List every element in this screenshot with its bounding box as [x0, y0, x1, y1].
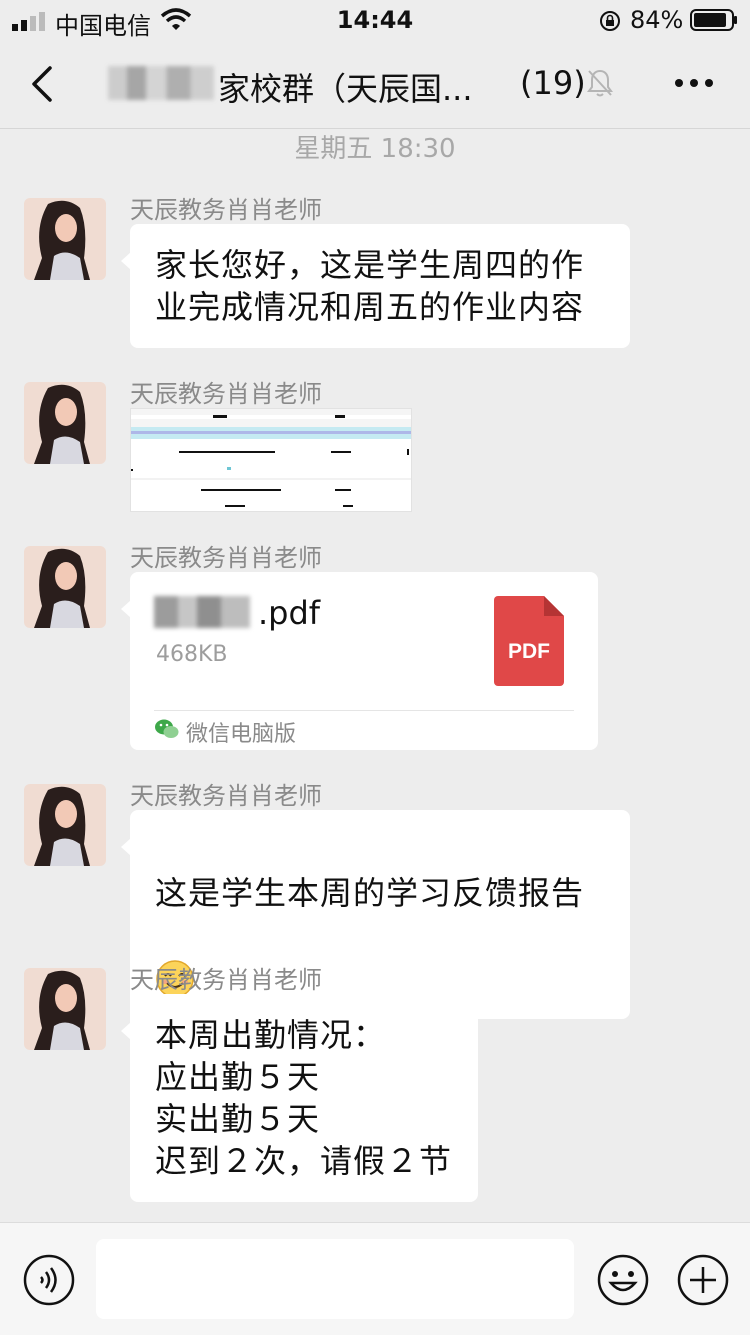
mute-icon [587, 69, 613, 97]
file-size: 468KB [156, 642, 228, 667]
homework-image-thumbnail [131, 409, 411, 511]
emoji-icon[interactable] [596, 1253, 650, 1307]
sender-name: 天辰教务肖肖老师 [130, 782, 322, 810]
message-text: 家长您好，这是学生周四的作 业完成情况和周五的作业内容 [155, 246, 585, 326]
avatar-image [24, 784, 106, 866]
pdf-icon: PDF [494, 596, 564, 686]
avatar[interactable] [24, 198, 106, 280]
file-message[interactable]: .pdf 468KB PDF 微信电脑版 [121, 572, 598, 750]
avatar-image [24, 382, 106, 464]
more-icon[interactable] [674, 78, 714, 88]
chat-title[interactable]: 家校群（天辰国... [218, 64, 473, 110]
avatar[interactable] [24, 382, 106, 464]
divider [154, 710, 574, 711]
file-name: .pdf [258, 594, 321, 632]
chat-header: 家校群（天辰国... (19) [0, 40, 750, 129]
message-input[interactable] [96, 1239, 574, 1319]
avatar[interactable] [24, 968, 106, 1050]
plus-icon[interactable] [676, 1253, 730, 1307]
status-bar: 中国电信 14:44 84% [0, 0, 750, 40]
back-icon[interactable] [26, 64, 60, 104]
redacted-file-name [154, 596, 250, 628]
avatar-image [24, 968, 106, 1050]
message-timestamp: 星期五 18:30 [294, 134, 456, 164]
avatar[interactable] [24, 546, 106, 628]
message-bubble[interactable]: 家长您好，这是学生周四的作 业完成情况和周五的作业内容 [121, 224, 630, 348]
file-source: 微信电脑版 [186, 722, 297, 747]
avatar-image [24, 198, 106, 280]
sender-name: 天辰教务肖肖老师 [130, 380, 322, 408]
pdf-badge-label: PDF [508, 640, 550, 663]
sender-name: 天辰教务肖肖老师 [130, 966, 322, 994]
sender-name: 天辰教务肖肖老师 [130, 196, 322, 224]
input-toolbar [0, 1222, 750, 1335]
message-bubble[interactable]: 本周出勤情况： 应出勤５天 实出勤５天 迟到２次，请假２节 [121, 994, 478, 1202]
avatar-image [24, 546, 106, 628]
avatar[interactable] [24, 784, 106, 866]
battery-percent: 84% [630, 6, 684, 34]
image-message[interactable] [130, 408, 412, 512]
message-text: 本周出勤情况： 应出勤５天 实出勤５天 迟到２次，请假２节 [155, 1016, 453, 1180]
battery-icon [690, 9, 737, 31]
wechat-icon [155, 719, 179, 738]
voice-icon[interactable] [22, 1253, 76, 1307]
message-text: 这是学生本周的学习反馈报告 [155, 874, 585, 912]
rotation-lock-icon [600, 11, 620, 31]
redacted-title-prefix [108, 66, 214, 100]
member-count: (19) [520, 64, 586, 102]
sender-name: 天辰教务肖肖老师 [130, 544, 322, 572]
